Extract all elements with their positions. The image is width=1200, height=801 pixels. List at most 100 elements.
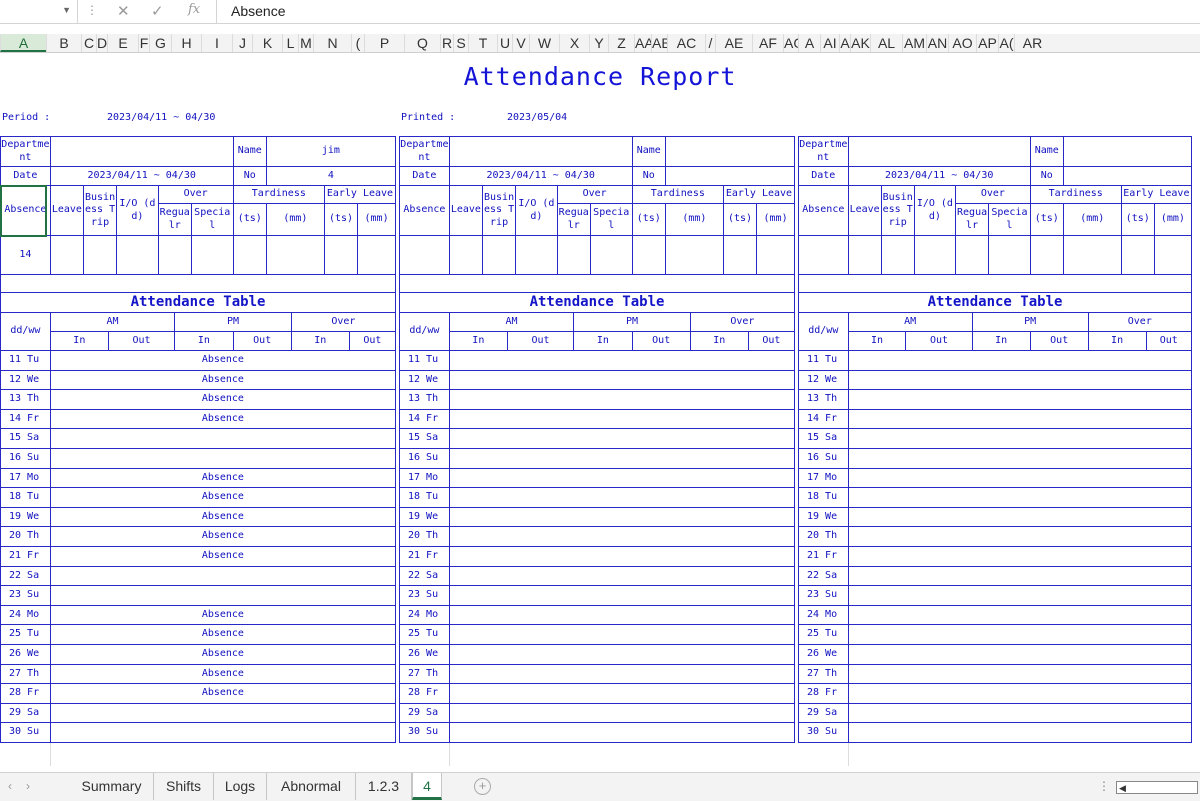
name-value[interactable] — [664, 136, 796, 167]
column-header-ah[interactable]: A — [798, 34, 820, 52]
over-regular-header[interactable]: Regualr — [955, 203, 990, 236]
day-status[interactable] — [847, 604, 1193, 626]
insert-function-icon[interactable]: fx — [188, 2, 200, 17]
io-value[interactable] — [515, 235, 558, 275]
early-mm-value[interactable] — [1153, 235, 1193, 275]
day-status[interactable] — [847, 350, 1193, 371]
day-status[interactable] — [847, 683, 1193, 704]
day-status[interactable] — [448, 702, 796, 724]
over-regular-header[interactable]: Regualr — [556, 203, 591, 236]
empty-row[interactable] — [798, 741, 849, 767]
over-special-header[interactable]: Special — [988, 203, 1031, 236]
department-label[interactable]: Department — [798, 136, 849, 167]
leave-value[interactable] — [49, 235, 84, 275]
day-status[interactable]: Absence — [49, 389, 397, 410]
spacer-row[interactable] — [399, 274, 795, 293]
day-status[interactable] — [847, 526, 1193, 547]
over-special-header[interactable]: Special — [589, 203, 633, 236]
pm-header[interactable]: PM — [573, 312, 691, 332]
column-header-ab[interactable]: AB — [651, 34, 667, 52]
sheet-tab-logs[interactable]: Logs — [214, 773, 267, 800]
day-status[interactable] — [847, 585, 1193, 606]
date-label[interactable]: Date — [798, 166, 849, 186]
over-time-header[interactable]: Over — [689, 312, 796, 332]
day-status[interactable] — [448, 565, 796, 587]
early-leave-header[interactable]: Early Leave — [722, 185, 796, 204]
column-header-e[interactable]: E — [107, 34, 138, 52]
early-ts-value[interactable] — [722, 235, 758, 275]
day-label[interactable]: 19 We — [798, 506, 849, 528]
day-status[interactable] — [49, 722, 397, 743]
name-label[interactable]: Name — [232, 136, 267, 167]
early-ts-value[interactable] — [1120, 235, 1155, 275]
day-label[interactable]: 15 Sa — [798, 428, 849, 449]
column-header-n[interactable]: N — [313, 34, 351, 52]
am-header[interactable]: AM — [847, 312, 973, 332]
day-label[interactable]: 29 Sa — [798, 702, 849, 724]
name-label[interactable]: Name — [631, 136, 666, 167]
tardiness-mm-header[interactable]: (mm) — [265, 203, 325, 236]
am-in-header[interactable]: In — [847, 331, 907, 351]
day-label[interactable]: 20 Th — [0, 526, 51, 547]
day-status[interactable] — [448, 624, 796, 645]
tardiness-header[interactable]: Tardiness — [631, 185, 724, 204]
day-status[interactable] — [448, 389, 796, 410]
day-status[interactable] — [847, 447, 1193, 469]
day-status[interactable]: Absence — [49, 643, 397, 665]
day-label[interactable]: 15 Sa — [399, 428, 450, 449]
day-status[interactable] — [847, 369, 1193, 391]
column-header-aq[interactable]: A( — [998, 34, 1014, 52]
day-label[interactable]: 28 Fr — [399, 683, 450, 704]
over-in-header[interactable]: In — [1087, 331, 1147, 351]
tardiness-ts-value[interactable] — [1029, 235, 1064, 275]
department-label[interactable]: Department — [399, 136, 450, 167]
day-label[interactable]: 25 Tu — [0, 624, 51, 645]
column-header-ak[interactable]: AK — [850, 34, 870, 52]
column-header-ag[interactable]: AG — [783, 34, 798, 52]
column-header-aa[interactable]: AA — [634, 34, 651, 52]
day-status[interactable]: Absence — [49, 408, 397, 430]
sheet-tab-abnormal[interactable]: Abnormal — [267, 773, 356, 800]
day-label[interactable]: 13 Th — [0, 389, 51, 410]
sheet-tab-shifts[interactable]: Shifts — [154, 773, 214, 800]
column-header-w[interactable]: W — [529, 34, 559, 52]
tardiness-mm-value[interactable] — [265, 235, 325, 275]
absence-header[interactable]: Absence — [399, 185, 450, 236]
over-special-value[interactable] — [190, 235, 234, 275]
day-label[interactable]: 24 Mo — [399, 604, 450, 626]
day-status[interactable] — [847, 467, 1193, 489]
day-label[interactable]: 30 Su — [798, 722, 849, 743]
tardiness-ts-header[interactable]: (ts) — [232, 203, 267, 236]
day-label[interactable]: 12 We — [399, 369, 450, 391]
day-label[interactable]: 29 Sa — [0, 702, 51, 724]
column-header-f[interactable]: F — [138, 34, 149, 52]
leave-value[interactable] — [448, 235, 483, 275]
day-label[interactable]: 22 Sa — [0, 565, 51, 587]
day-label[interactable]: 26 We — [399, 643, 450, 665]
column-header-am[interactable]: AM — [902, 34, 926, 52]
absence-header[interactable]: Absence — [798, 185, 849, 236]
pm-in-header[interactable]: In — [971, 331, 1031, 351]
day-status[interactable] — [448, 526, 796, 547]
tardiness-mm-header[interactable]: (mm) — [1062, 203, 1122, 236]
day-label[interactable]: 17 Mo — [0, 467, 51, 489]
am-out-header[interactable]: Out — [506, 331, 575, 351]
attendance-table-title[interactable]: Attendance Table — [399, 292, 795, 313]
leave-value[interactable] — [847, 235, 882, 275]
day-label[interactable]: 13 Th — [798, 389, 849, 410]
day-label[interactable]: 22 Sa — [399, 565, 450, 587]
day-label[interactable]: 18 Tu — [0, 487, 51, 508]
day-status[interactable] — [847, 389, 1193, 410]
scroll-left-icon[interactable]: ◀ — [1119, 782, 1126, 794]
day-label[interactable]: 21 Fr — [399, 545, 450, 567]
empty-row[interactable] — [0, 741, 51, 767]
date-range-value[interactable]: 2023/04/11 ~ 04/30 — [49, 166, 234, 186]
day-label[interactable]: 23 Su — [0, 585, 51, 606]
tardiness-mm-header[interactable]: (mm) — [664, 203, 724, 236]
day-label[interactable]: 20 Th — [798, 526, 849, 547]
dd-ww-header[interactable]: dd/ww — [0, 312, 51, 351]
over-regular-value[interactable] — [157, 235, 192, 275]
am-out-header[interactable]: Out — [905, 331, 973, 351]
day-label[interactable]: 12 We — [0, 369, 51, 391]
day-status[interactable] — [448, 467, 796, 489]
